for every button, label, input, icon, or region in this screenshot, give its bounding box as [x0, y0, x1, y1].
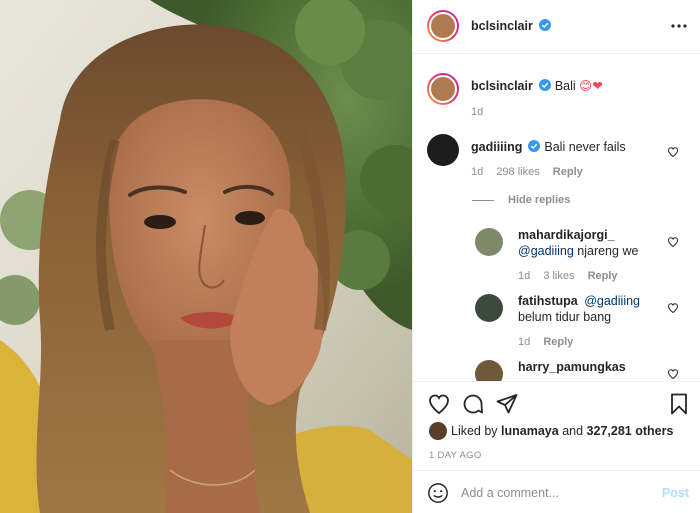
reply-like-heart-icon[interactable]: [667, 302, 679, 314]
post-date[interactable]: 1 DAY AGO: [429, 450, 482, 461]
hide-replies-label: Hide replies: [508, 194, 571, 206]
share-icon[interactable]: [495, 392, 519, 416]
comment-meta: 1d 298 likes Reply: [471, 166, 593, 178]
reply-row: harry_pamungkas: [413, 358, 700, 381]
comment-row: gadiiiing Bali never fails 1d 298 likes R…: [413, 134, 700, 194]
reply-text: njareng we: [577, 244, 639, 258]
liked-by-prefix: Liked by: [451, 424, 498, 438]
reply-row: mahardikajorgi_ @gadiiing njareng we 1d …: [413, 226, 700, 286]
more-icon[interactable]: [669, 18, 689, 34]
liked-by-others[interactable]: 327,281 others: [587, 424, 674, 438]
heart-icon[interactable]: [427, 392, 451, 416]
reply-username[interactable]: fatihstupa: [518, 294, 578, 308]
caption-row: bclsinclair Bali 😊❤ 1d: [413, 73, 700, 123]
reply-meta: 1d Reply: [518, 336, 583, 348]
reply-time: 1d: [518, 336, 531, 348]
emoji-icon[interactable]: [427, 482, 449, 504]
add-comment-bar: Post: [413, 470, 700, 513]
caption-text: Bali: [554, 79, 576, 93]
comment-like-heart-icon[interactable]: [667, 146, 679, 158]
verified-icon: [538, 79, 551, 91]
reply-username[interactable]: harry_pamungkas: [518, 360, 626, 374]
reply-time: 1d: [518, 270, 531, 282]
bookmark-icon[interactable]: [667, 392, 691, 416]
comment-input[interactable]: [461, 483, 651, 503]
comment-text-block: gadiiiing Bali never fails: [471, 139, 626, 155]
comment-username[interactable]: gadiiiing: [471, 140, 522, 154]
author-name-block: bclsinclair: [471, 19, 552, 33]
reply-username[interactable]: mahardikajorgi_: [518, 228, 615, 242]
comments-list[interactable]: bclsinclair Bali 😊❤ 1d gadiiiing Bali neve…: [413, 55, 700, 381]
comment-icon[interactable]: [461, 392, 485, 416]
reply-text-block: harry_pamungkas: [518, 359, 629, 375]
caption-avatar[interactable]: [427, 73, 459, 105]
hide-replies-line: [472, 199, 494, 201]
comment-text: Bali never fails: [544, 140, 626, 154]
verified-icon: [539, 19, 552, 31]
verified-icon: [528, 140, 541, 152]
reply-reply-button[interactable]: Reply: [543, 336, 573, 348]
reply-mention[interactable]: @gadiiing: [518, 244, 574, 258]
comment-likes[interactable]: 298 likes: [496, 166, 539, 178]
reply-text-block: mahardikajorgi_ @gadiiing njareng we: [518, 227, 668, 259]
reply-avatar[interactable]: [475, 294, 503, 322]
reply-like-heart-icon[interactable]: [667, 368, 679, 380]
liker-avatar[interactable]: [429, 422, 447, 440]
caption-meta: 1d: [471, 106, 493, 118]
reply-reply-button[interactable]: Reply: [588, 270, 618, 282]
comment-time: 1d: [471, 166, 484, 178]
reply-likes[interactable]: 3 likes: [543, 270, 574, 282]
post-photo[interactable]: [0, 0, 412, 513]
reply-meta: 1d 3 likes Reply: [518, 270, 628, 282]
reply-mention[interactable]: @gadiiing: [584, 294, 640, 308]
comment-reply-button[interactable]: Reply: [553, 166, 583, 178]
caption-text-block: bclsinclair Bali 😊❤: [471, 78, 603, 94]
hide-replies-button[interactable]: Hide replies: [472, 194, 570, 206]
reply-like-heart-icon[interactable]: [667, 236, 679, 248]
caption-username[interactable]: bclsinclair: [471, 79, 533, 93]
reply-text: belum tidur bang: [518, 310, 612, 324]
reply-avatar[interactable]: [475, 360, 503, 381]
reply-avatar[interactable]: [475, 228, 503, 256]
liked-by-user[interactable]: lunamaya: [501, 424, 559, 438]
post-sidebar: bclsinclair bclsinclair Bali 😊❤ 1d gadii…: [412, 0, 700, 513]
post-header: bclsinclair: [413, 0, 700, 54]
caption-emojis: 😊❤: [579, 78, 603, 93]
author-username[interactable]: bclsinclair: [471, 19, 533, 33]
liked-by-connector: and: [562, 424, 584, 438]
author-avatar[interactable]: [427, 10, 459, 42]
caption-time: 1d: [471, 106, 484, 118]
reply-row: fatihstupa @gadiiing belum tidur bang 1d…: [413, 292, 700, 352]
reply-text-block: fatihstupa @gadiiing belum tidur bang: [518, 293, 668, 325]
post-comment-button[interactable]: Post: [662, 486, 689, 500]
commenter-avatar[interactable]: [427, 134, 459, 166]
selfie-image: [0, 0, 412, 513]
likes-summary: Liked by lunamaya and 327,281 others: [429, 422, 673, 440]
